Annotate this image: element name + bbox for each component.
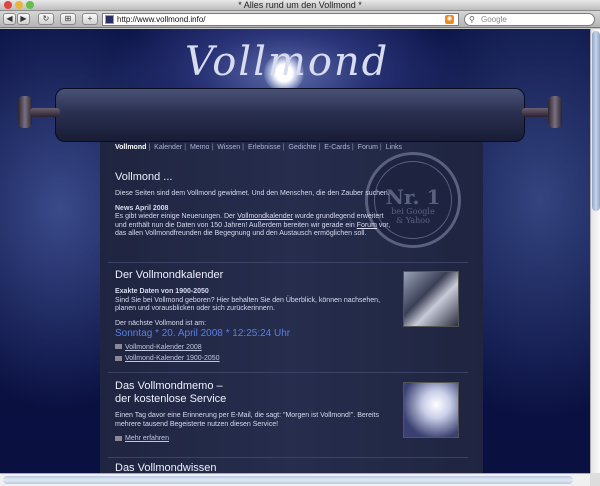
memo-title: Das Vollmondmemo – der kostenlose Service bbox=[115, 380, 227, 405]
nav-links[interactable]: Links bbox=[386, 144, 402, 151]
memo-section: Das Vollmondmemo – der kostenlose Service… bbox=[115, 380, 395, 447]
nav-vollmond[interactable]: Vollmond bbox=[115, 144, 146, 151]
url-text: http://www.vollmond.info/ bbox=[117, 15, 206, 24]
reload-button[interactable]: ↻ bbox=[38, 13, 54, 25]
zoom-window-button[interactable] bbox=[26, 1, 34, 9]
title-bar: * Alles rund um den Vollmond * bbox=[0, 0, 600, 11]
browser-window: * Alles rund um den Vollmond * ◀ ▶ ↻ ⊞ +… bbox=[0, 0, 600, 486]
resize-corner[interactable] bbox=[590, 473, 600, 486]
intro-section: Vollmond ... Diese Seiten sind dem Vollm… bbox=[115, 171, 395, 239]
search-placeholder: Google bbox=[481, 15, 507, 24]
arrow-icon bbox=[115, 344, 122, 350]
search-icon: ⚲ bbox=[469, 15, 475, 24]
site-logo[interactable]: Vollmond bbox=[185, 39, 389, 85]
browser-toolbar: ◀ ▶ ↻ ⊞ + http://www.vollmond.info/ ◉ ⚲ … bbox=[0, 11, 600, 28]
scroll-knob-right bbox=[522, 96, 570, 128]
news-title: News April 2008 bbox=[115, 204, 169, 212]
mehr-erfahren-link[interactable]: Mehr erfahren bbox=[115, 435, 395, 444]
kalender-text: Sind Sie bei Vollmond geboren? Hier beha… bbox=[115, 296, 381, 313]
kalender-title: Der Vollmondkalender bbox=[115, 269, 224, 281]
favicon-icon bbox=[105, 15, 114, 24]
arrow-icon bbox=[115, 435, 122, 441]
vollmondkalender-link[interactable]: Vollmondkalender bbox=[237, 213, 293, 220]
url-field[interactable]: http://www.vollmond.info/ ◉ bbox=[102, 13, 459, 26]
arrow-icon bbox=[115, 355, 122, 361]
nav-memo[interactable]: Memo bbox=[190, 144, 209, 151]
horizontal-scroll-thumb[interactable] bbox=[3, 476, 573, 484]
search-field[interactable]: ⚲ Google bbox=[464, 13, 595, 26]
forward-button[interactable]: ▶ bbox=[17, 13, 30, 25]
nav-forum[interactable]: Forum bbox=[358, 144, 378, 151]
pda-image bbox=[403, 271, 459, 327]
vertical-scroll-thumb[interactable] bbox=[592, 31, 600, 211]
nav-ecards[interactable]: E-Cards bbox=[324, 144, 350, 151]
add-bookmark-button[interactable]: + bbox=[82, 13, 98, 25]
horizontal-scrollbar[interactable] bbox=[0, 473, 590, 486]
close-window-button[interactable] bbox=[4, 1, 12, 9]
hand-image bbox=[403, 382, 459, 438]
memo-text: Einen Tag davor eine Erinnerung per E-Ma… bbox=[115, 412, 379, 428]
back-button[interactable]: ◀ bbox=[3, 13, 16, 25]
scroll-roll bbox=[55, 88, 525, 142]
divider bbox=[108, 457, 468, 458]
next-moon-date: Sonntag * 20. April 2008 * 12:25:24 Uhr bbox=[115, 328, 291, 339]
news-text: Es gibt wieder einige Neuerungen. Der Vo… bbox=[115, 213, 391, 237]
rss-icon[interactable]: ◉ bbox=[445, 15, 454, 24]
nav-kalender[interactable]: Kalender bbox=[154, 144, 182, 151]
nav-gedichte[interactable]: Gedichte bbox=[288, 144, 316, 151]
divider bbox=[108, 372, 468, 373]
scroll-knob-left bbox=[12, 96, 60, 128]
nav-wissen[interactable]: Wissen bbox=[217, 144, 240, 151]
bookmark-button[interactable]: ⊞ bbox=[60, 13, 76, 25]
kalender-subtitle: Exakte Daten von 1900-2050 bbox=[115, 288, 209, 295]
kalender-1900-2050-link[interactable]: Vollmond-Kalender 1900-2050 bbox=[115, 355, 395, 364]
kalender-2008-link[interactable]: Vollmond-Kalender 2008 bbox=[115, 344, 395, 353]
intro-title: Vollmond ... bbox=[115, 171, 173, 183]
forum-link[interactable]: Forum bbox=[357, 222, 377, 229]
intro-text: Diese Seiten sind dem Vollmond gewidmet.… bbox=[115, 190, 390, 197]
kalender-section: Der Vollmondkalender Exakte Daten von 19… bbox=[115, 269, 395, 367]
minimize-window-button[interactable] bbox=[15, 1, 23, 9]
divider bbox=[108, 262, 468, 263]
main-nav: Vollmond | Kalender | Memo | Wissen | Erlebn… bbox=[115, 144, 403, 151]
window-title: * Alles rund um den Vollmond * bbox=[238, 0, 362, 10]
nav-erlebnisse[interactable]: Erlebnisse bbox=[248, 144, 281, 151]
next-moon-label: Der nächste Vollmond ist am: bbox=[115, 319, 207, 327]
vertical-scrollbar[interactable] bbox=[590, 29, 600, 473]
